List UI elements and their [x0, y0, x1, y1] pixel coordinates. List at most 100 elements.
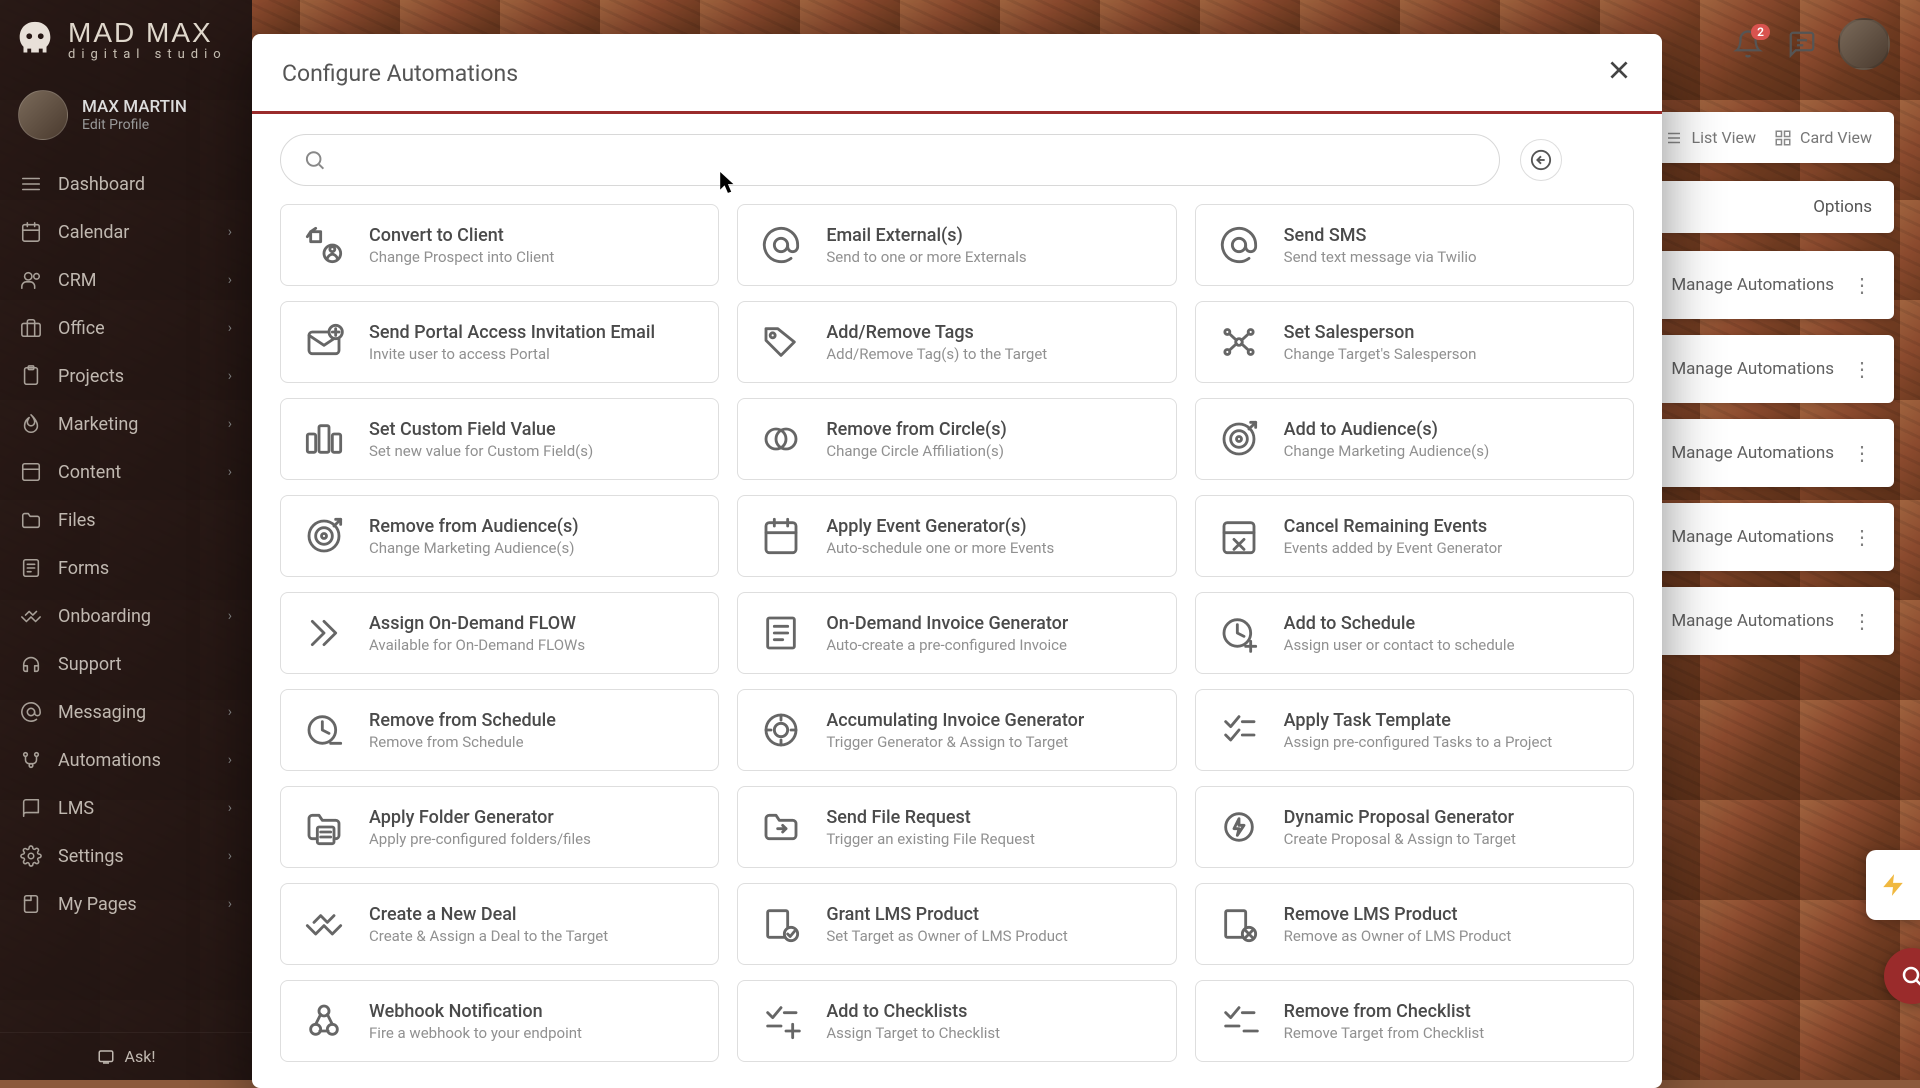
invoice-icon — [758, 610, 804, 656]
card-title: Cancel Remaining Events — [1284, 516, 1503, 537]
card-title: Webhook Notification — [369, 1001, 582, 1022]
card-title: Create a New Deal — [369, 904, 608, 925]
at-icon — [1216, 222, 1262, 268]
card-desc: Remove as Owner of LMS Product — [1284, 927, 1512, 945]
clockplus-icon — [1216, 610, 1262, 656]
modal-title: Configure Automations — [282, 60, 518, 87]
card-title: Convert to Client — [369, 225, 554, 246]
automation-card-set-salesperson[interactable]: Set Salesperson Change Target's Salespers… — [1195, 301, 1634, 383]
automation-card-webhook-notification[interactable]: Webhook Notification Fire a webhook to yo… — [280, 980, 719, 1062]
card-title: Apply Folder Generator — [369, 807, 591, 828]
geargen-icon — [758, 707, 804, 753]
checklist-icon — [1216, 707, 1262, 753]
card-desc: Set new value for Custom Field(s) — [369, 442, 593, 460]
automation-card-cancel-remaining-events[interactable]: Cancel Remaining EventsEvents added by E… — [1195, 495, 1634, 577]
search-box[interactable] — [280, 134, 1500, 186]
configure-automations-modal: Configure Automations Convert to ClientC… — [252, 34, 1662, 1088]
card-title: Add to Schedule — [1284, 613, 1515, 634]
foldergen-icon — [301, 804, 347, 850]
automation-card-send-file-request[interactable]: Send File Request Trigger an existing Fil… — [737, 786, 1176, 868]
automation-card-send-portal-access-invitation-email[interactable]: Send Portal Access Invitation Email Invit… — [280, 301, 719, 383]
automation-card-convert-to-client[interactable]: Convert to Client Change Prospect into Cl… — [280, 204, 719, 286]
card-title: Accumulating Invoice Generator — [826, 710, 1084, 731]
card-desc: Auto-schedule one or more Events — [826, 539, 1054, 557]
card-title: Send Portal Access Invitation Email — [369, 322, 655, 343]
target-icon — [1216, 416, 1262, 462]
card-desc: Change Circle Affiliation(s) — [826, 442, 1006, 460]
card-title: Set Salesperson — [1284, 322, 1477, 343]
card-title: Email External(s) — [826, 225, 1026, 246]
card-desc: Trigger an existing File Request — [826, 830, 1035, 848]
card-title: Send File Request — [826, 807, 1035, 828]
card-desc: Send text message via Twilio — [1284, 248, 1477, 266]
card-desc: Change Prospect into Client — [369, 248, 554, 266]
checklistplus-icon — [758, 998, 804, 1044]
foldersend-icon — [758, 804, 804, 850]
handshake-icon — [301, 901, 347, 947]
automation-card-add-to-schedule[interactable]: Add to Schedule Assign user or contact to… — [1195, 592, 1634, 674]
card-title: Apply Event Generator(s) — [826, 516, 1054, 537]
automation-card-remove-from-schedule[interactable]: Remove from Schedule Remove from Schedule — [280, 689, 719, 771]
card-title: Add to Audience(s) — [1284, 419, 1490, 440]
clockminus-icon — [301, 707, 347, 753]
automation-card-assign-on-demand-flow[interactable]: Assign On-Demand FLOWAvailable for On-De… — [280, 592, 719, 674]
automation-card-grant-lms-product[interactable]: Grant LMS Product Set Target as Owner of … — [737, 883, 1176, 965]
calendar-icon — [758, 513, 804, 559]
card-title: Apply Task Template — [1284, 710, 1553, 731]
back-button[interactable] — [1520, 139, 1562, 181]
card-desc: Assign pre-configured Tasks to a Project — [1284, 733, 1553, 751]
automation-card-add-to-checklists[interactable]: Add to Checklists Assign Target to Checkl… — [737, 980, 1176, 1062]
automation-card-dynamic-proposal-generator[interactable]: Dynamic Proposal Generator Create Proposa… — [1195, 786, 1634, 868]
calendarx-icon — [1216, 513, 1262, 559]
card-desc: Remove Target from Checklist — [1284, 1024, 1485, 1042]
card-desc: Remove from Schedule — [369, 733, 556, 751]
automation-card-accumulating-invoice-generator[interactable]: Accumulating Invoice Generator Trigger Ge… — [737, 689, 1176, 771]
checklistminus-icon — [1216, 998, 1262, 1044]
card-title: Add to Checklists — [826, 1001, 1000, 1022]
card-title: Remove from Schedule — [369, 710, 556, 731]
card-desc: Assign Target to Checklist — [826, 1024, 1000, 1042]
network-icon — [1216, 319, 1262, 365]
card-desc: Change Target's Salesperson — [1284, 345, 1477, 363]
automation-card-remove-lms-product[interactable]: Remove LMS Product Remove as Owner of LMS… — [1195, 883, 1634, 965]
card-desc: Invite user to access Portal — [369, 345, 655, 363]
automation-card-email-external-s-[interactable]: Email External(s) Send to one or more Ext… — [737, 204, 1176, 286]
mailplus-icon — [301, 319, 347, 365]
fab-bolt[interactable] — [1866, 850, 1920, 920]
circles-icon — [758, 416, 804, 462]
automation-card-remove-from-audience-s-[interactable]: Remove from Audience(s) Change Marketing … — [280, 495, 719, 577]
card-title: Dynamic Proposal Generator — [1284, 807, 1516, 828]
card-title: Remove from Audience(s) — [369, 516, 579, 537]
card-desc: Create Proposal & Assign to Target — [1284, 830, 1516, 848]
card-desc: Fire a webhook to your endpoint — [369, 1024, 582, 1042]
automation-card-apply-task-template[interactable]: Apply Task Template Assign pre-configured… — [1195, 689, 1634, 771]
card-title: Grant LMS Product — [826, 904, 1067, 925]
card-desc: Available for On-Demand FLOWs — [369, 636, 585, 654]
card-title: Remove from Circle(s) — [826, 419, 1006, 440]
card-desc: Send to one or more Externals — [826, 248, 1026, 266]
card-desc: Create & Assign a Deal to the Target — [369, 927, 608, 945]
automation-card-add-to-audience-s-[interactable]: Add to Audience(s) Change Marketing Audie… — [1195, 398, 1634, 480]
automation-card-remove-from-checklist[interactable]: Remove from ChecklistRemove Target from … — [1195, 980, 1634, 1062]
card-desc: Change Marketing Audience(s) — [369, 539, 579, 557]
search-input[interactable] — [338, 150, 1477, 170]
automation-card-add-remove-tags[interactable]: Add/Remove TagsAdd/Remove Tag(s) to the … — [737, 301, 1176, 383]
card-desc: Auto-create a pre-configured Invoice — [826, 636, 1068, 654]
automation-card-create-a-new-deal[interactable]: Create a New Deal Create & Assign a Deal … — [280, 883, 719, 965]
card-desc: Assign user or contact to schedule — [1284, 636, 1515, 654]
automation-card-send-sms[interactable]: Send SMS Send text message via Twilio — [1195, 204, 1634, 286]
automation-card-apply-folder-generator[interactable]: Apply Folder GeneratorApply pre-configur… — [280, 786, 719, 868]
search-icon — [303, 148, 326, 172]
close-icon[interactable] — [1606, 56, 1632, 91]
card-title: On-Demand Invoice Generator — [826, 613, 1068, 634]
card-title: Remove LMS Product — [1284, 904, 1512, 925]
automation-card-apply-event-generator-s-[interactable]: Apply Event Generator(s) Auto-schedule on… — [737, 495, 1176, 577]
card-desc: Set Target as Owner of LMS Product — [826, 927, 1067, 945]
automation-card-remove-from-circle-s-[interactable]: Remove from Circle(s) Change Circle Affil… — [737, 398, 1176, 480]
card-desc: Change Marketing Audience(s) — [1284, 442, 1490, 460]
chevrons-icon — [301, 610, 347, 656]
card-desc: Trigger Generator & Assign to Target — [826, 733, 1084, 751]
automation-card-set-custom-field-value[interactable]: Set Custom Field ValueSet new value for … — [280, 398, 719, 480]
automation-card-on-demand-invoice-generator[interactable]: On-Demand Invoice Generator Auto-create a… — [737, 592, 1176, 674]
card-title: Send SMS — [1284, 225, 1477, 246]
